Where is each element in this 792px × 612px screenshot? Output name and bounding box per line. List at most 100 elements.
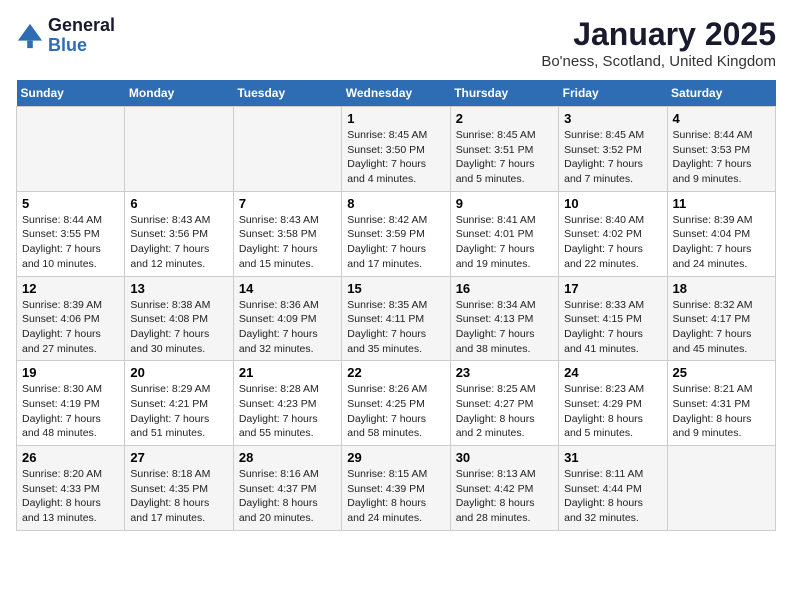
page-header: General Blue January 2025 Bo'ness, Scotl… xyxy=(16,16,776,70)
day-number: 19 xyxy=(22,365,119,380)
day-number: 5 xyxy=(22,196,119,211)
day-number: 21 xyxy=(239,365,336,380)
day-number: 28 xyxy=(239,450,336,465)
title-section: January 2025 Bo'ness, Scotland, United K… xyxy=(541,16,776,70)
cell-info: Sunrise: 8:33 AMSunset: 4:15 PMDaylight:… xyxy=(564,298,661,357)
calendar-cell: 21 Sunrise: 8:28 AMSunset: 4:23 PMDaylig… xyxy=(233,361,341,446)
day-number: 4 xyxy=(673,111,770,126)
day-number: 27 xyxy=(130,450,227,465)
cell-info: Sunrise: 8:21 AMSunset: 4:31 PMDaylight:… xyxy=(673,382,770,441)
calendar-week-row: 12 Sunrise: 8:39 AMSunset: 4:06 PMDaylig… xyxy=(17,276,776,361)
cell-info: Sunrise: 8:13 AMSunset: 4:42 PMDaylight:… xyxy=(456,467,553,526)
day-number: 30 xyxy=(456,450,553,465)
day-number: 15 xyxy=(347,281,444,296)
day-number: 24 xyxy=(564,365,661,380)
calendar-cell: 3 Sunrise: 8:45 AMSunset: 3:52 PMDayligh… xyxy=(559,107,667,192)
calendar-cell: 23 Sunrise: 8:25 AMSunset: 4:27 PMDaylig… xyxy=(450,361,558,446)
cell-info: Sunrise: 8:30 AMSunset: 4:19 PMDaylight:… xyxy=(22,382,119,441)
calendar-cell: 4 Sunrise: 8:44 AMSunset: 3:53 PMDayligh… xyxy=(667,107,775,192)
cell-info: Sunrise: 8:45 AMSunset: 3:51 PMDaylight:… xyxy=(456,128,553,187)
calendar-cell: 28 Sunrise: 8:16 AMSunset: 4:37 PMDaylig… xyxy=(233,446,341,531)
calendar-cell: 10 Sunrise: 8:40 AMSunset: 4:02 PMDaylig… xyxy=(559,191,667,276)
calendar-cell: 18 Sunrise: 8:32 AMSunset: 4:17 PMDaylig… xyxy=(667,276,775,361)
day-number: 7 xyxy=(239,196,336,211)
logo-blue-text: Blue xyxy=(48,36,115,56)
cell-info: Sunrise: 8:25 AMSunset: 4:27 PMDaylight:… xyxy=(456,382,553,441)
calendar-week-row: 26 Sunrise: 8:20 AMSunset: 4:33 PMDaylig… xyxy=(17,446,776,531)
calendar-cell: 31 Sunrise: 8:11 AMSunset: 4:44 PMDaylig… xyxy=(559,446,667,531)
weekday-header-saturday: Saturday xyxy=(667,80,775,107)
calendar-cell: 2 Sunrise: 8:45 AMSunset: 3:51 PMDayligh… xyxy=(450,107,558,192)
calendar-cell: 26 Sunrise: 8:20 AMSunset: 4:33 PMDaylig… xyxy=(17,446,125,531)
weekday-header-thursday: Thursday xyxy=(450,80,558,107)
weekday-header-friday: Friday xyxy=(559,80,667,107)
day-number: 16 xyxy=(456,281,553,296)
day-number: 11 xyxy=(673,196,770,211)
calendar-cell: 17 Sunrise: 8:33 AMSunset: 4:15 PMDaylig… xyxy=(559,276,667,361)
cell-info: Sunrise: 8:36 AMSunset: 4:09 PMDaylight:… xyxy=(239,298,336,357)
cell-info: Sunrise: 8:20 AMSunset: 4:33 PMDaylight:… xyxy=(22,467,119,526)
day-number: 13 xyxy=(130,281,227,296)
day-number: 8 xyxy=(347,196,444,211)
calendar-cell xyxy=(233,107,341,192)
cell-info: Sunrise: 8:39 AMSunset: 4:04 PMDaylight:… xyxy=(673,213,770,272)
weekday-header-row: SundayMondayTuesdayWednesdayThursdayFrid… xyxy=(17,80,776,107)
calendar-cell: 11 Sunrise: 8:39 AMSunset: 4:04 PMDaylig… xyxy=(667,191,775,276)
day-number: 29 xyxy=(347,450,444,465)
day-number: 20 xyxy=(130,365,227,380)
cell-info: Sunrise: 8:42 AMSunset: 3:59 PMDaylight:… xyxy=(347,213,444,272)
day-number: 10 xyxy=(564,196,661,211)
cell-info: Sunrise: 8:44 AMSunset: 3:53 PMDaylight:… xyxy=(673,128,770,187)
weekday-header-tuesday: Tuesday xyxy=(233,80,341,107)
logo-text: General Blue xyxy=(48,16,115,56)
cell-info: Sunrise: 8:35 AMSunset: 4:11 PMDaylight:… xyxy=(347,298,444,357)
calendar-cell: 25 Sunrise: 8:21 AMSunset: 4:31 PMDaylig… xyxy=(667,361,775,446)
calendar-week-row: 1 Sunrise: 8:45 AMSunset: 3:50 PMDayligh… xyxy=(17,107,776,192)
cell-info: Sunrise: 8:15 AMSunset: 4:39 PMDaylight:… xyxy=(347,467,444,526)
cell-info: Sunrise: 8:16 AMSunset: 4:37 PMDaylight:… xyxy=(239,467,336,526)
calendar-cell: 1 Sunrise: 8:45 AMSunset: 3:50 PMDayligh… xyxy=(342,107,450,192)
logo: General Blue xyxy=(16,16,115,56)
cell-info: Sunrise: 8:38 AMSunset: 4:08 PMDaylight:… xyxy=(130,298,227,357)
calendar-cell: 20 Sunrise: 8:29 AMSunset: 4:21 PMDaylig… xyxy=(125,361,233,446)
cell-info: Sunrise: 8:39 AMSunset: 4:06 PMDaylight:… xyxy=(22,298,119,357)
location-text: Bo'ness, Scotland, United Kingdom xyxy=(541,53,776,70)
calendar-cell: 8 Sunrise: 8:42 AMSunset: 3:59 PMDayligh… xyxy=(342,191,450,276)
day-number: 9 xyxy=(456,196,553,211)
calendar-week-row: 5 Sunrise: 8:44 AMSunset: 3:55 PMDayligh… xyxy=(17,191,776,276)
day-number: 3 xyxy=(564,111,661,126)
calendar-cell: 30 Sunrise: 8:13 AMSunset: 4:42 PMDaylig… xyxy=(450,446,558,531)
calendar-cell: 13 Sunrise: 8:38 AMSunset: 4:08 PMDaylig… xyxy=(125,276,233,361)
cell-info: Sunrise: 8:34 AMSunset: 4:13 PMDaylight:… xyxy=(456,298,553,357)
calendar-cell: 14 Sunrise: 8:36 AMSunset: 4:09 PMDaylig… xyxy=(233,276,341,361)
calendar-cell: 22 Sunrise: 8:26 AMSunset: 4:25 PMDaylig… xyxy=(342,361,450,446)
calendar-cell: 9 Sunrise: 8:41 AMSunset: 4:01 PMDayligh… xyxy=(450,191,558,276)
calendar-cell: 19 Sunrise: 8:30 AMSunset: 4:19 PMDaylig… xyxy=(17,361,125,446)
day-number: 2 xyxy=(456,111,553,126)
logo-icon xyxy=(16,22,44,50)
calendar-table: SundayMondayTuesdayWednesdayThursdayFrid… xyxy=(16,80,776,531)
cell-info: Sunrise: 8:41 AMSunset: 4:01 PMDaylight:… xyxy=(456,213,553,272)
calendar-cell: 16 Sunrise: 8:34 AMSunset: 4:13 PMDaylig… xyxy=(450,276,558,361)
cell-info: Sunrise: 8:26 AMSunset: 4:25 PMDaylight:… xyxy=(347,382,444,441)
logo-general-text: General xyxy=(48,16,115,36)
cell-info: Sunrise: 8:11 AMSunset: 4:44 PMDaylight:… xyxy=(564,467,661,526)
day-number: 22 xyxy=(347,365,444,380)
calendar-cell: 6 Sunrise: 8:43 AMSunset: 3:56 PMDayligh… xyxy=(125,191,233,276)
weekday-header-monday: Monday xyxy=(125,80,233,107)
cell-info: Sunrise: 8:23 AMSunset: 4:29 PMDaylight:… xyxy=(564,382,661,441)
day-number: 17 xyxy=(564,281,661,296)
day-number: 6 xyxy=(130,196,227,211)
calendar-cell: 7 Sunrise: 8:43 AMSunset: 3:58 PMDayligh… xyxy=(233,191,341,276)
month-title: January 2025 xyxy=(541,16,776,53)
cell-info: Sunrise: 8:32 AMSunset: 4:17 PMDaylight:… xyxy=(673,298,770,357)
cell-info: Sunrise: 8:45 AMSunset: 3:52 PMDaylight:… xyxy=(564,128,661,187)
calendar-cell: 27 Sunrise: 8:18 AMSunset: 4:35 PMDaylig… xyxy=(125,446,233,531)
cell-info: Sunrise: 8:43 AMSunset: 3:58 PMDaylight:… xyxy=(239,213,336,272)
cell-info: Sunrise: 8:45 AMSunset: 3:50 PMDaylight:… xyxy=(347,128,444,187)
day-number: 14 xyxy=(239,281,336,296)
cell-info: Sunrise: 8:44 AMSunset: 3:55 PMDaylight:… xyxy=(22,213,119,272)
cell-info: Sunrise: 8:43 AMSunset: 3:56 PMDaylight:… xyxy=(130,213,227,272)
day-number: 26 xyxy=(22,450,119,465)
calendar-cell: 5 Sunrise: 8:44 AMSunset: 3:55 PMDayligh… xyxy=(17,191,125,276)
